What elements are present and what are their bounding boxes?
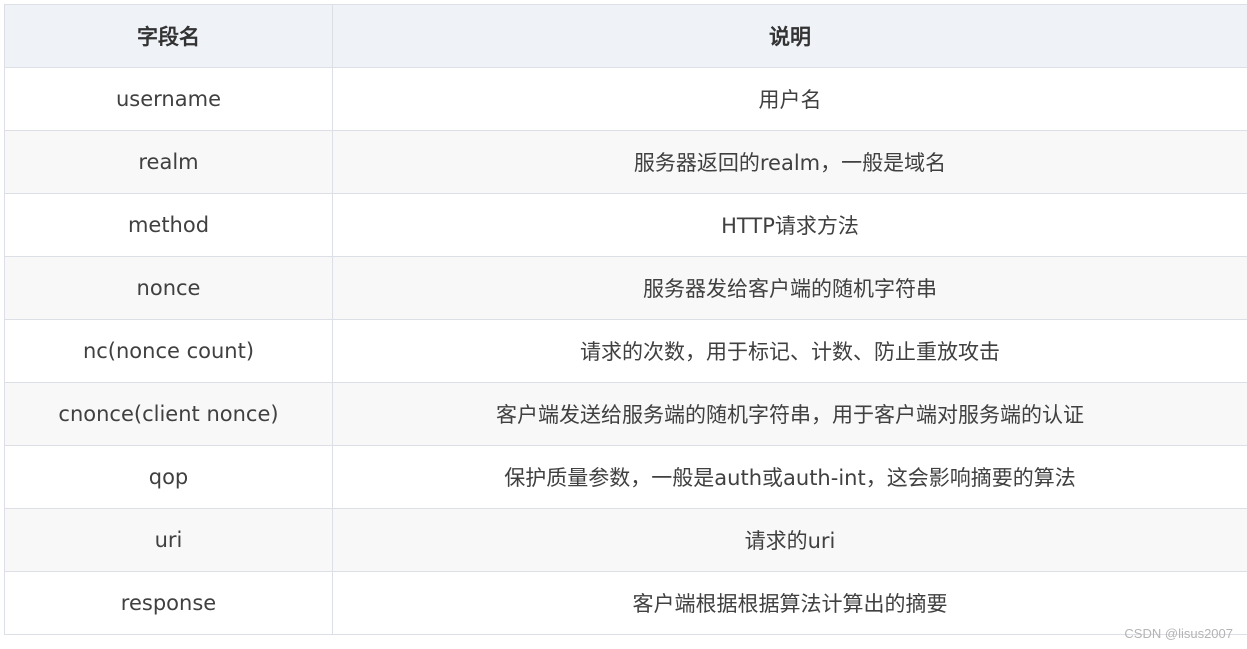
header-field-name: 字段名	[4, 4, 333, 68]
header-description: 说明	[332, 4, 1247, 68]
table-row: username 用户名	[4, 67, 1247, 131]
watermark: CSDN @lisus2007	[1124, 626, 1233, 641]
table-row: nonce 服务器发给客户端的随机字符串	[4, 256, 1247, 320]
cell-field: response	[4, 571, 333, 635]
cell-description: 请求的uri	[332, 508, 1247, 572]
cell-description: 用户名	[332, 67, 1247, 131]
cell-field: cnonce(client nonce)	[4, 382, 333, 446]
table-row: response 客户端根据根据算法计算出的摘要	[4, 571, 1247, 635]
table-row: realm 服务器返回的realm，一般是域名	[4, 130, 1247, 194]
field-table-container: 字段名 说明 username 用户名 realm 服务器返回的realm，一般…	[4, 4, 1247, 635]
table-header-row: 字段名 说明	[4, 4, 1247, 68]
cell-field: realm	[4, 130, 333, 194]
cell-field: uri	[4, 508, 333, 572]
table-row: method HTTP请求方法	[4, 193, 1247, 257]
cell-description: 请求的次数，用于标记、计数、防止重放攻击	[332, 319, 1247, 383]
cell-description: 保护质量参数，一般是auth或auth-int，这会影响摘要的算法	[332, 445, 1247, 509]
cell-field: nc(nonce count)	[4, 319, 333, 383]
cell-field: method	[4, 193, 333, 257]
cell-description: 客户端发送给服务端的随机字符串，用于客户端对服务端的认证	[332, 382, 1247, 446]
field-table: 字段名 说明 username 用户名 realm 服务器返回的realm，一般…	[4, 4, 1247, 635]
cell-field: username	[4, 67, 333, 131]
cell-description: 服务器返回的realm，一般是域名	[332, 130, 1247, 194]
cell-field: nonce	[4, 256, 333, 320]
cell-description: HTTP请求方法	[332, 193, 1247, 257]
cell-description: 服务器发给客户端的随机字符串	[332, 256, 1247, 320]
table-row: uri 请求的uri	[4, 508, 1247, 572]
cell-field: qop	[4, 445, 333, 509]
table-row: cnonce(client nonce) 客户端发送给服务端的随机字符串，用于客…	[4, 382, 1247, 446]
cell-description: 客户端根据根据算法计算出的摘要	[332, 571, 1247, 635]
table-row: nc(nonce count) 请求的次数，用于标记、计数、防止重放攻击	[4, 319, 1247, 383]
table-row: qop 保护质量参数，一般是auth或auth-int，这会影响摘要的算法	[4, 445, 1247, 509]
